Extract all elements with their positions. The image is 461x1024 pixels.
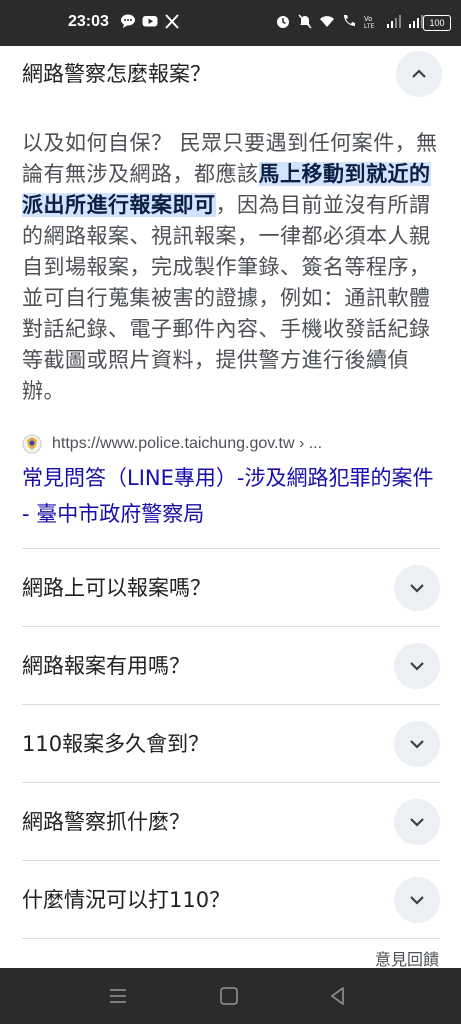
status-bar: 23:03 Vo LTE 100 <box>0 0 461 46</box>
chevron-down-icon <box>410 662 424 671</box>
notification-icons <box>120 12 180 30</box>
expand-button[interactable] <box>394 877 440 923</box>
divider <box>22 938 440 939</box>
chat-bubble-icon <box>121 14 135 28</box>
call-icon <box>344 15 355 26</box>
wifi-icon <box>320 16 334 27</box>
recents-menu-icon[interactable] <box>106 984 130 1008</box>
signal-icon <box>387 15 401 28</box>
faq-answer: 以及如何自保？ 民眾只要遇到任何案件，無論有無涉及網路，都應該馬上移動到就近的派… <box>22 128 442 407</box>
faq-question: 網路警察抓什麼？ <box>22 810 190 834</box>
system-icons: Vo LTE <box>275 12 423 30</box>
battery-indicator: 100 <box>423 15 451 31</box>
navigation-bar <box>0 968 461 1024</box>
chevron-down-icon <box>410 584 424 593</box>
signal-icon <box>409 15 423 28</box>
faq-item[interactable]: 110報案多久會到？ <box>22 704 440 783</box>
collapse-button[interactable] <box>396 51 442 97</box>
volte-icon: VoLTE <box>364 16 375 30</box>
faq-item-expanded[interactable]: 網路警察怎麼報案？ <box>22 51 442 106</box>
svg-text:LTE: LTE <box>364 24 375 30</box>
alarm-icon <box>277 16 289 28</box>
chevron-down-icon <box>410 818 424 827</box>
faq-item[interactable]: 網路報案有用嗎？ <box>22 626 440 705</box>
police-badge-icon <box>22 434 42 454</box>
faq-question: 網路報案有用嗎？ <box>22 654 190 678</box>
expand-button[interactable] <box>394 721 440 767</box>
chevron-down-icon <box>410 896 424 905</box>
expand-button[interactable] <box>394 565 440 611</box>
x-icon <box>165 14 179 29</box>
faq-question: 什麼情況可以打110？ <box>22 888 231 912</box>
mute-icon <box>298 14 312 29</box>
youtube-icon <box>142 16 158 27</box>
source-title-link[interactable]: 常見問答（LINE專用）-涉及網路犯罪的案件 - 臺中市政府警察局 <box>22 460 442 532</box>
faq-question: 110報案多久會到？ <box>22 732 210 756</box>
source-url[interactable]: https://www.police.taichung.gov.tw › ... <box>52 435 322 453</box>
answer-text: ，因為目前並沒有所謂的網路報案、視訊報案，一律都必須本人親自到場報案，完成製作筆… <box>22 193 431 403</box>
home-icon[interactable] <box>217 984 241 1008</box>
faq-item[interactable]: 網路上可以報案嗎？ <box>22 548 440 627</box>
search-results-content[interactable]: 網路警察怎麼報案？ 以及如何自保？ 民眾只要遇到任何案件，無論有無涉及網路，都應… <box>0 46 461 968</box>
source-row[interactable]: https://www.police.taichung.gov.tw › ... <box>22 431 442 457</box>
expand-button[interactable] <box>394 643 440 689</box>
expand-button[interactable] <box>394 799 440 845</box>
back-icon[interactable] <box>326 984 350 1008</box>
faq-item[interactable]: 什麼情況可以打110？ <box>22 860 440 939</box>
faq-question: 網路警察怎麼報案？ <box>22 62 211 86</box>
status-time: 23:03 <box>68 13 109 30</box>
faq-item[interactable]: 網路警察抓什麼？ <box>22 782 440 861</box>
feedback-link[interactable]: 意見回饋 <box>375 946 439 968</box>
chevron-up-icon <box>412 69 426 78</box>
svg-text:Vo: Vo <box>364 16 372 23</box>
chevron-down-icon <box>410 740 424 749</box>
faq-question: 網路上可以報案嗎？ <box>22 576 211 600</box>
